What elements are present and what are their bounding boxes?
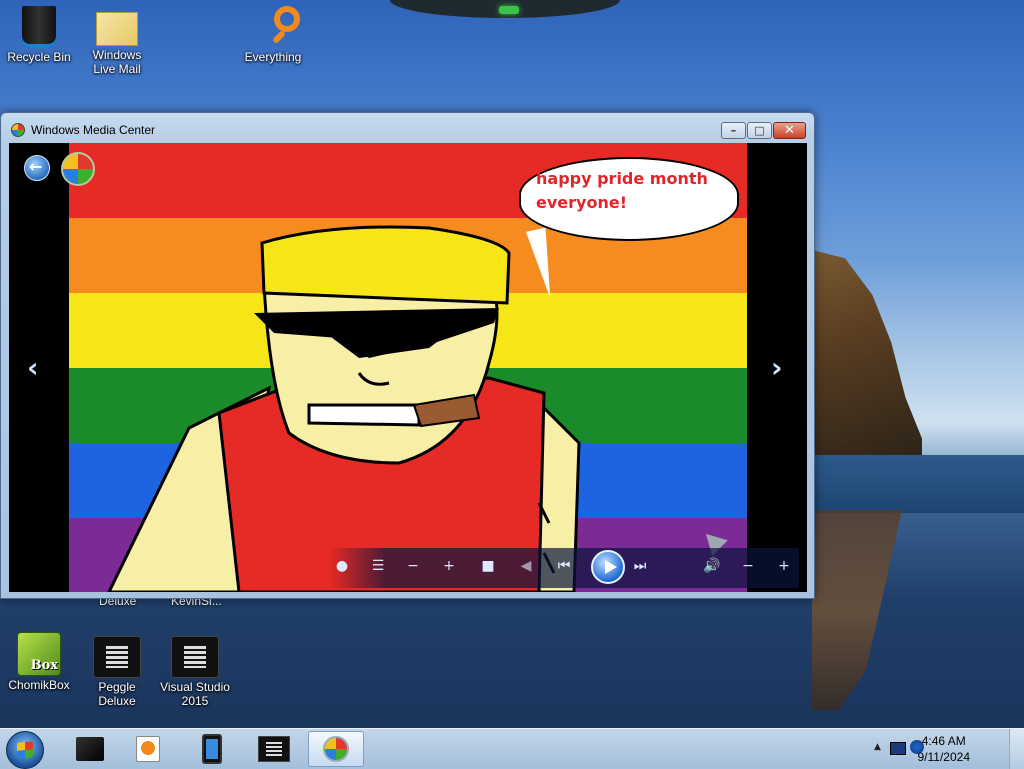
media-viewer[interactable]: ‹ › happy pride month everyone! ● ☰ − + …: [9, 143, 807, 592]
mute-button[interactable]: 🔊: [703, 558, 721, 574]
window-titlebar[interactable]: Windows Media Center – □ ✕: [1, 113, 814, 143]
guide-button[interactable]: ☰: [369, 558, 387, 574]
desktop-icon-everything[interactable]: Everything: [238, 6, 308, 64]
volume-down-button[interactable]: −: [739, 558, 757, 574]
media-player-icon: [136, 736, 160, 762]
channel-down-button[interactable]: −: [404, 558, 422, 574]
app-icon: [93, 636, 141, 678]
wallpaper-rock-reflection: [812, 510, 902, 710]
desktop-icon-visual-studio[interactable]: Visual Studio 2015: [160, 636, 230, 708]
taskbar: ▲ 4:46 AM 9/11/2024: [0, 728, 1024, 769]
back-button[interactable]: [24, 155, 50, 181]
desktop-icon-recycle-bin[interactable]: Recycle Bin: [4, 6, 74, 64]
taskbar-app-black-cube[interactable]: [62, 731, 118, 767]
channel-up-button[interactable]: +: [440, 558, 458, 574]
clock-time: 4:46 AM: [921, 734, 966, 748]
network-icon[interactable]: [890, 742, 906, 755]
maximize-icon: □: [754, 124, 765, 137]
transport-controls: ● ☰ − + ■ ◀ ⏮ ⏭ 🔊 − +: [329, 548, 799, 588]
system-tray: ▲ 4:46 AM 9/11/2024: [864, 729, 1024, 769]
skip-forward-button[interactable]: ⏭: [631, 558, 649, 574]
tablet-icon: [202, 734, 222, 764]
clock-date: 9/11/2024: [917, 750, 971, 764]
close-button[interactable]: ✕: [773, 122, 806, 139]
app-icon: [171, 636, 219, 678]
desktop-icon-label: ChomikBox: [8, 678, 70, 692]
minimize-button[interactable]: –: [721, 122, 746, 139]
stop-button[interactable]: ■: [479, 558, 497, 574]
volume-up-button[interactable]: +: [775, 558, 793, 574]
chomikbox-badge: Box: [30, 658, 58, 673]
show-desktop-button[interactable]: [1009, 729, 1024, 769]
window-title: Windows Media Center: [31, 123, 156, 137]
close-icon: ✕: [784, 123, 795, 138]
media-center-window[interactable]: Windows Media Center – □ ✕ ← ‹ › happy p…: [0, 112, 815, 599]
desktop-icon-peggle-deluxe[interactable]: Peggle Deluxe: [82, 636, 152, 708]
wallpaper-rock: [812, 250, 922, 455]
media-center-icon: [323, 736, 349, 762]
desktop-icon-label: Recycle Bin: [7, 50, 71, 64]
recycle-bin-icon: [22, 6, 56, 48]
clock[interactable]: 4:46 AM 9/11/2024: [918, 733, 971, 765]
list-app-icon: [258, 736, 290, 762]
taskbar-app-media-center[interactable]: [308, 731, 364, 767]
desktop-icon-chomikbox[interactable]: Box ChomikBox: [4, 632, 74, 692]
play-button[interactable]: [591, 550, 625, 584]
search-magnifier-icon: [274, 6, 300, 32]
maximize-button[interactable]: □: [747, 122, 772, 139]
wallpaper-sea: [812, 455, 1024, 513]
wallpaper-led: [499, 6, 519, 14]
taskbar-app-tablet[interactable]: [184, 731, 240, 767]
cube-icon: [76, 737, 104, 761]
next-arrow-button[interactable]: ›: [771, 351, 783, 384]
rewind-button[interactable]: ◀: [517, 558, 535, 574]
desktop-icon-label: Everything: [244, 50, 302, 64]
media-center-start-button[interactable]: [61, 152, 95, 186]
chomikbox-icon: Box: [17, 632, 61, 676]
record-button[interactable]: ●: [333, 558, 351, 574]
minimize-icon: –: [730, 124, 737, 137]
taskbar-app-media-player[interactable]: [120, 731, 176, 767]
taskbar-app-list[interactable]: [246, 731, 302, 767]
show-hidden-icons-button[interactable]: ▲: [874, 742, 881, 752]
media-center-icon: [11, 123, 25, 137]
desktop-icon-label: Windows Live Mail: [92, 48, 142, 76]
desktop-icon-label: Visual Studio 2015: [160, 680, 230, 708]
desktop-icon-label: Peggle Deluxe: [98, 680, 136, 708]
start-button[interactable]: [6, 731, 44, 769]
mail-icon: [96, 12, 138, 46]
desktop-icon-windows-live-mail[interactable]: Windows Live Mail: [82, 6, 152, 76]
skip-back-button[interactable]: ⏮: [555, 558, 573, 574]
previous-arrow-button[interactable]: ‹: [27, 351, 39, 384]
speech-bubble-text: happy pride month everyone!: [536, 169, 708, 212]
